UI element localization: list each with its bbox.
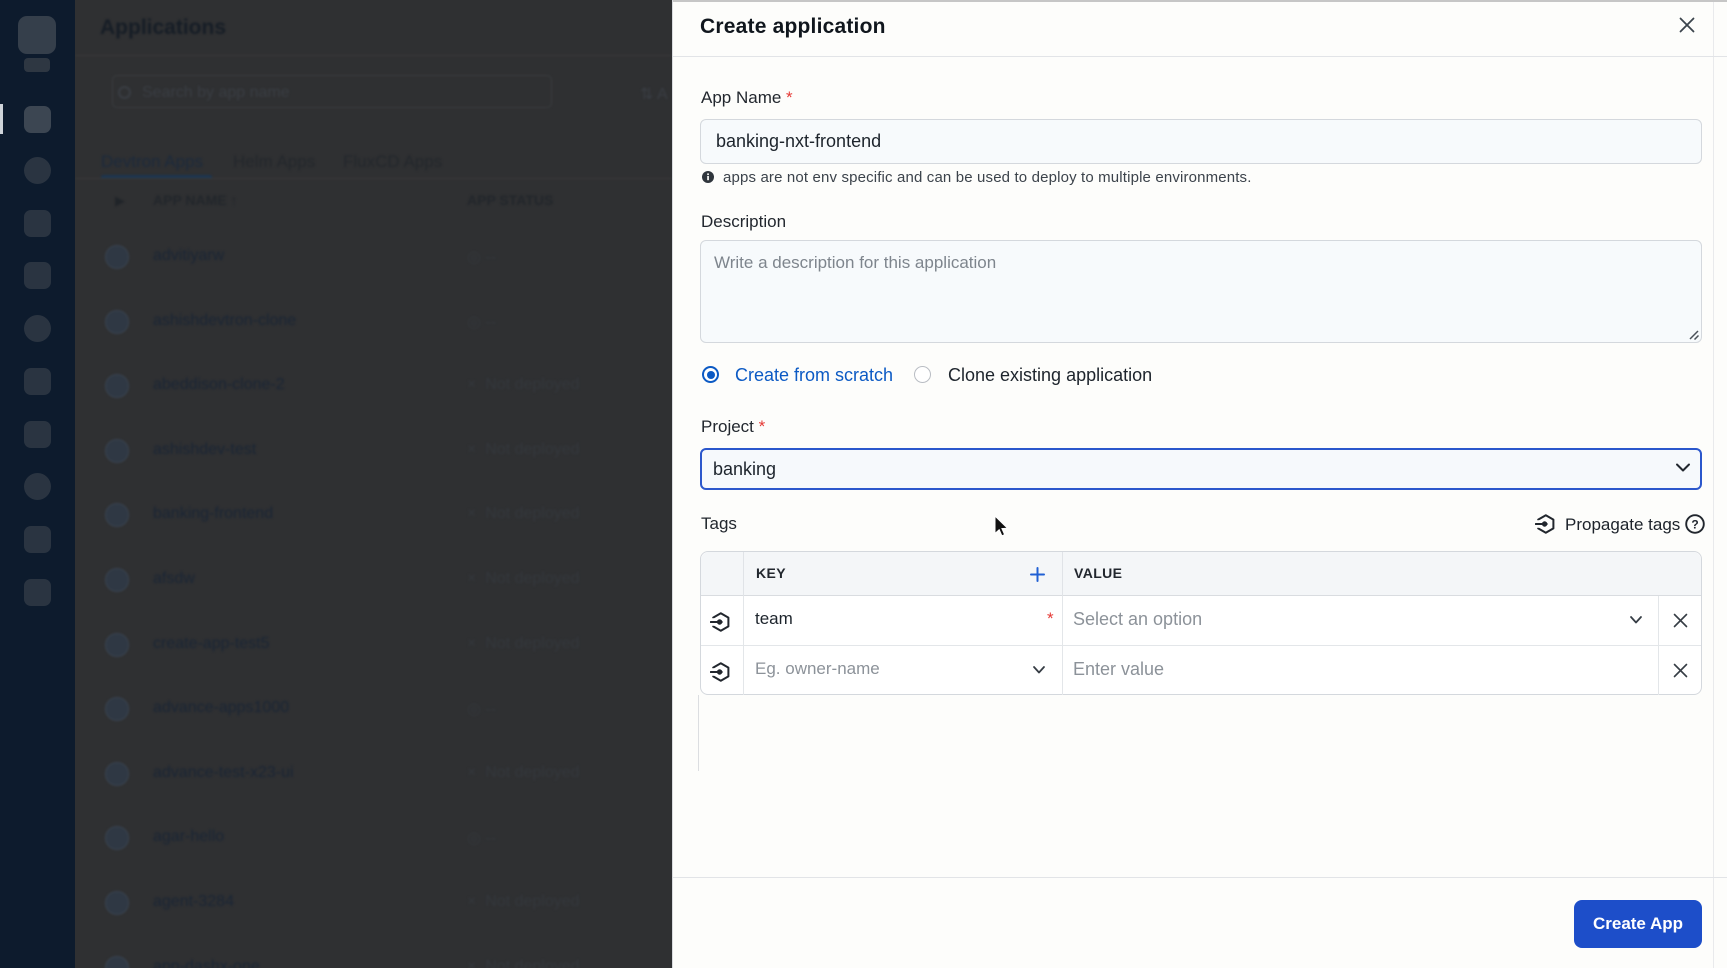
svg-text:?: ? [1691, 517, 1698, 531]
